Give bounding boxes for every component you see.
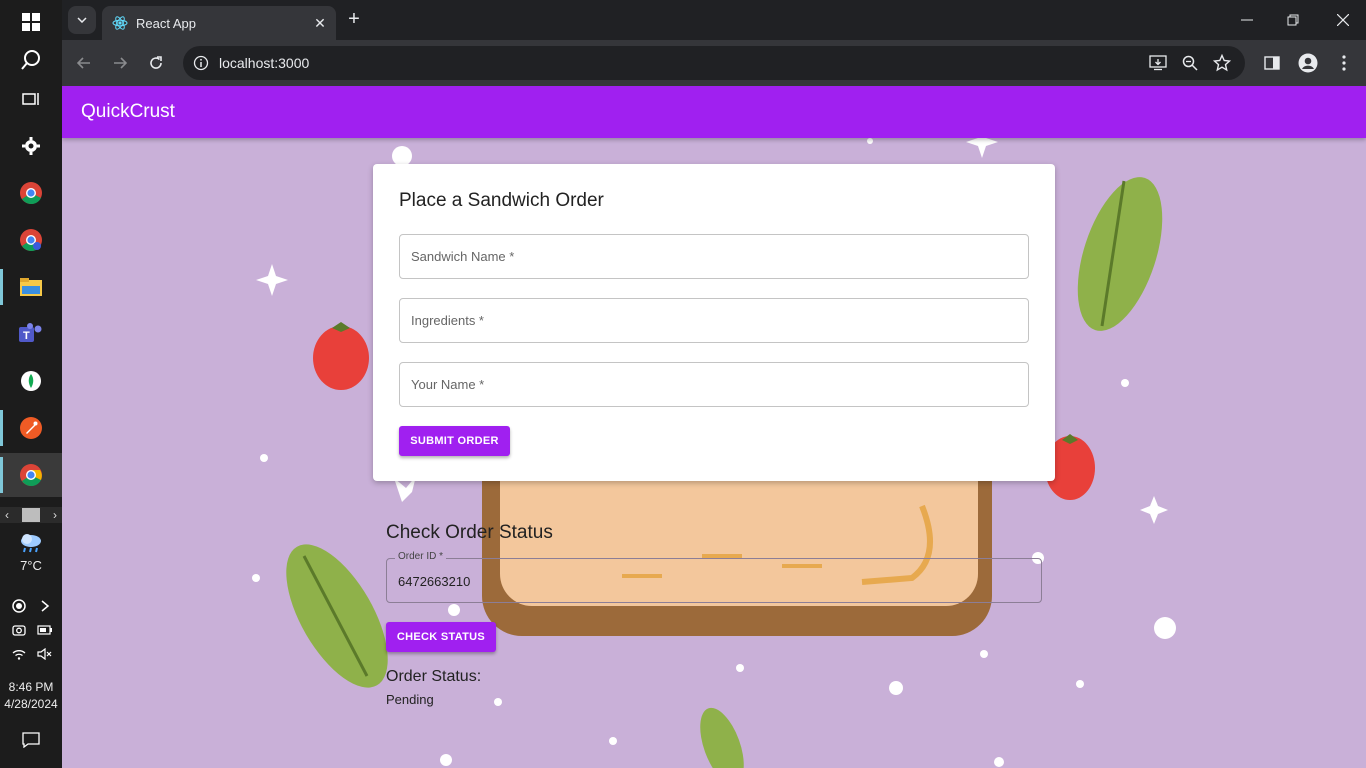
notification-icon[interactable] xyxy=(0,718,62,762)
taskbar-scroll[interactable]: ‹ › xyxy=(0,507,62,523)
tab-search-button[interactable] xyxy=(68,6,96,34)
minimize-icon xyxy=(1241,19,1253,21)
weather-temperature[interactable]: 7°C xyxy=(0,558,62,573)
reload-icon xyxy=(150,56,162,69)
install-app-button[interactable] xyxy=(1144,46,1172,80)
side-panel-icon xyxy=(1264,56,1280,70)
ingredients-label: Ingredients * xyxy=(411,313,484,328)
check-status-button[interactable]: CHECK STATUS xyxy=(386,622,496,652)
address-bar[interactable]: localhost:3000 xyxy=(183,46,1245,80)
arrow-right-icon xyxy=(114,57,127,69)
sandwich-name-field[interactable]: Sandwich Name * xyxy=(399,234,1029,279)
chrome-active-icon[interactable] xyxy=(0,453,62,497)
wifi-icon[interactable] xyxy=(6,642,32,666)
minimize-button[interactable] xyxy=(1224,0,1270,40)
settings-gear-icon[interactable] xyxy=(0,124,62,168)
side-panel-button[interactable] xyxy=(1258,49,1286,77)
leaf-bottom-center xyxy=(700,707,744,768)
order-form-card: Place a Sandwich Order Sandwich Name * I… xyxy=(373,164,1055,481)
leaf-top-right xyxy=(1077,177,1163,331)
close-icon xyxy=(1337,14,1349,26)
star-icon xyxy=(1213,54,1231,72)
close-window-button[interactable] xyxy=(1320,0,1366,40)
tab-close-icon[interactable]: ✕ xyxy=(308,15,332,32)
new-tab-button[interactable]: + xyxy=(342,8,366,32)
submit-order-button[interactable]: SUBMIT ORDER xyxy=(399,426,510,456)
back-button[interactable] xyxy=(70,49,98,77)
order-status-label: Order Status: xyxy=(386,668,482,685)
install-app-icon xyxy=(1149,55,1167,71)
react-logo-icon xyxy=(112,16,128,30)
your-name-label: Your Name * xyxy=(411,377,485,392)
zoom-icon xyxy=(1182,55,1198,71)
chrome-profile-2-icon[interactable] xyxy=(0,218,62,262)
file-explorer-icon[interactable] xyxy=(0,265,62,309)
order-id-value[interactable]: 6472663210 xyxy=(398,574,470,589)
your-name-field[interactable]: Your Name * xyxy=(399,362,1029,407)
ingredients-field[interactable]: Ingredients * xyxy=(399,298,1029,343)
record-icon[interactable] xyxy=(6,594,32,618)
order-form-title: Place a Sandwich Order xyxy=(399,190,604,211)
order-status-value: Pending xyxy=(386,692,434,707)
browser-tabstrip: React App ✕ + xyxy=(62,0,1366,40)
site-info-icon[interactable] xyxy=(193,55,209,71)
restore-button[interactable] xyxy=(1270,0,1316,40)
bookmark-button[interactable] xyxy=(1208,46,1236,80)
profile-button[interactable] xyxy=(1294,49,1322,77)
teams-icon[interactable]: T xyxy=(0,312,62,356)
sandwich-name-label: Sandwich Name * xyxy=(411,249,515,264)
battery-icon[interactable] xyxy=(32,618,58,642)
clock-time: 8:46 PM xyxy=(8,680,54,694)
chevron-right-icon[interactable] xyxy=(32,594,58,618)
search-icon[interactable] xyxy=(0,38,62,82)
restore-icon xyxy=(1287,14,1299,26)
page-viewport: QuickCrust Place a Sandwich Order Sandwi… xyxy=(62,86,1366,768)
tab-title: React App xyxy=(136,15,196,31)
svg-text:T: T xyxy=(23,330,30,342)
scroll-right-icon[interactable]: › xyxy=(48,508,62,522)
chevron-down-icon xyxy=(77,17,87,23)
profile-avatar-icon xyxy=(1298,53,1318,73)
order-id-label: Order ID * xyxy=(395,551,447,562)
url-text[interactable]: localhost:3000 xyxy=(219,55,309,71)
clock-date: 4/28/2024 xyxy=(4,697,58,711)
order-id-field[interactable]: Order ID * 6472663210 xyxy=(386,551,1042,603)
chrome-profile-1-icon[interactable] xyxy=(0,171,62,215)
menu-button[interactable] xyxy=(1330,49,1358,77)
camera-icon[interactable] xyxy=(6,618,32,642)
arrow-left-icon xyxy=(77,57,90,69)
mongodb-compass-icon[interactable] xyxy=(0,359,62,403)
check-status-title: Check Order Status xyxy=(386,522,553,543)
more-vert-icon xyxy=(1342,55,1346,71)
taskbar-clock[interactable]: 8:46 PM 4/28/2024 xyxy=(0,679,62,713)
zoom-button[interactable] xyxy=(1176,46,1204,80)
browser-tab-react-app[interactable]: React App ✕ xyxy=(102,6,336,40)
scroll-thumb[interactable] xyxy=(22,508,40,522)
weather-cloud-rain-icon[interactable] xyxy=(0,528,62,558)
tomato-left xyxy=(313,326,369,390)
volume-muted-icon[interactable] xyxy=(32,642,58,666)
browser-toolbar: localhost:3000 xyxy=(62,40,1366,86)
task-view-icon[interactable] xyxy=(0,77,62,121)
windows-taskbar: T ‹ › 7°C 8:46 PM 4/28/2024 xyxy=(0,0,62,768)
postman-icon[interactable] xyxy=(0,406,62,450)
app-header: QuickCrust xyxy=(62,86,1366,138)
taskbar-indicator xyxy=(0,457,3,493)
app-brand[interactable]: QuickCrust xyxy=(81,101,175,123)
scroll-left-icon[interactable]: ‹ xyxy=(0,508,14,522)
forward-button[interactable] xyxy=(106,49,134,77)
reload-button[interactable] xyxy=(142,49,170,77)
